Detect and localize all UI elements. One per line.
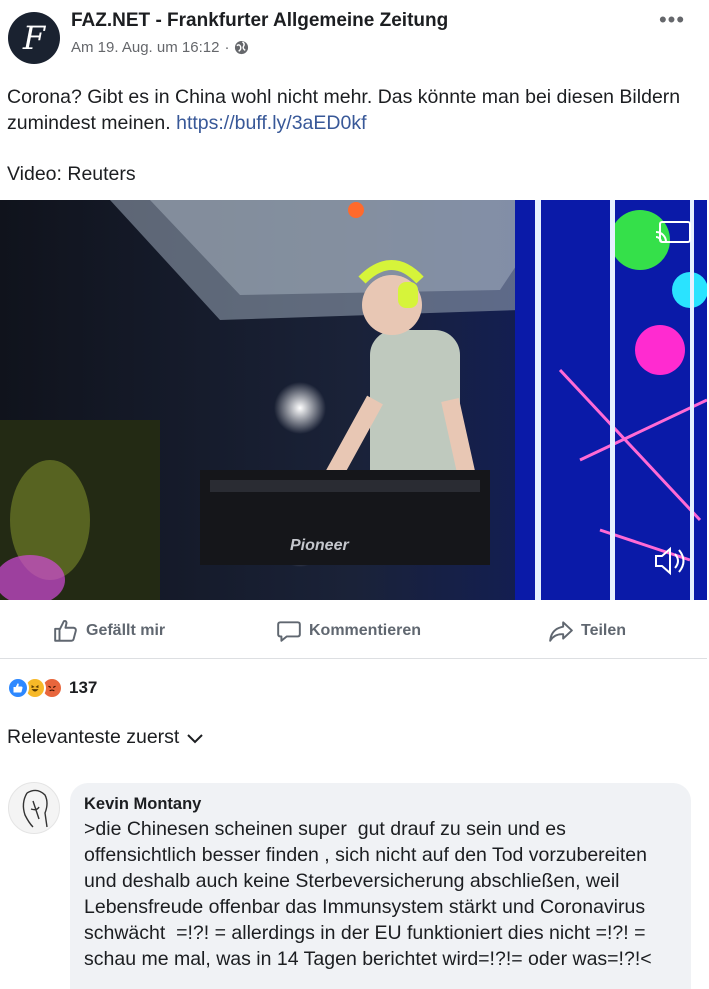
comment-sort-dropdown[interactable]: Relevanteste zuerst xyxy=(7,726,205,749)
share-icon xyxy=(549,621,573,642)
globe-icon xyxy=(235,40,249,55)
post-meta: Am 19. Aug. um 16:12 · xyxy=(71,39,249,56)
comment-button[interactable]: Kommentieren xyxy=(276,603,421,659)
like-reaction-icon xyxy=(7,677,29,699)
post-action-bar: Gefällt mir Kommentieren Teilen xyxy=(0,603,707,659)
post-credit: Video: Reuters xyxy=(7,163,136,185)
page-avatar[interactable]: F xyxy=(8,12,60,64)
video-frame: Pioneer xyxy=(0,200,707,600)
comment-text: >die Chinesen scheinen super gut drauf z… xyxy=(84,818,653,970)
post-link[interactable]: https://buff.ly/3aED0kf xyxy=(176,112,366,134)
thumbs-up-icon xyxy=(54,619,77,642)
sketch-portrait-icon xyxy=(22,789,48,828)
reactions-summary[interactable]: 137 xyxy=(7,675,97,701)
pioneer-label: Pioneer xyxy=(290,537,349,554)
comment-icon xyxy=(277,621,301,642)
post-text: Corona? Gibt es in China wohl nicht mehr… xyxy=(7,84,697,136)
comment-label: Kommentieren xyxy=(309,622,422,639)
sort-label: Relevanteste zuerst xyxy=(7,726,180,748)
post-header: F FAZ.NET - Frankfurter Allgemeine Zeitu… xyxy=(0,0,709,70)
more-options-button[interactable]: ••• xyxy=(654,6,690,34)
page-name[interactable]: FAZ.NET - Frankfurter Allgemeine Zeitung xyxy=(71,10,448,32)
share-button[interactable]: Teilen xyxy=(548,603,626,659)
meta-separator: · xyxy=(224,39,230,56)
comment-author[interactable]: Kevin Montany xyxy=(84,793,677,815)
share-label: Teilen xyxy=(581,622,627,639)
commenter-avatar[interactable] xyxy=(8,782,60,834)
video-player[interactable]: Pioneer xyxy=(0,200,707,600)
like-label: Gefällt mir xyxy=(86,622,166,639)
post-timestamp[interactable]: Am 19. Aug. um 16:12 xyxy=(71,39,219,56)
reaction-count: 137 xyxy=(69,678,98,697)
like-button[interactable]: Gefällt mir xyxy=(53,603,165,659)
faz-logo: F xyxy=(22,19,46,57)
chevron-down-icon xyxy=(187,733,204,743)
comment-bubble: Kevin Montany >die Chinesen scheinen sup… xyxy=(70,783,691,989)
